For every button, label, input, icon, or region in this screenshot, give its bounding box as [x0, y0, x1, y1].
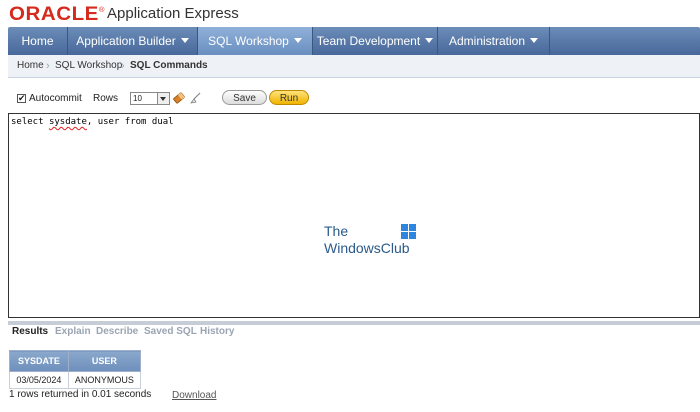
- broom-icon[interactable]: [189, 91, 203, 105]
- rows-label: Rows: [93, 93, 119, 104]
- chevron-down-icon: [157, 93, 169, 104]
- tab-application-builder[interactable]: Application Builder: [68, 27, 198, 55]
- tab-application-builder-label: Application Builder: [76, 34, 176, 48]
- save-button[interactable]: Save: [222, 90, 267, 105]
- chevron-down-icon: [530, 38, 539, 43]
- chevron-down-icon: [425, 38, 434, 43]
- tab-describe[interactable]: Describe: [96, 326, 138, 337]
- tab-sql-workshop-label: SQL Workshop: [208, 34, 289, 48]
- autocommit-checkbox[interactable]: ✔: [17, 94, 26, 103]
- tab-saved-sql[interactable]: Saved SQL: [144, 326, 197, 337]
- breadcrumb-sql-workshop[interactable]: SQL Workshop: [55, 55, 122, 77]
- tab-history[interactable]: History: [200, 326, 234, 337]
- sql-editor[interactable]: select sysdate, user from dual: [8, 113, 700, 318]
- cell-user: ANONYMOUS: [67, 371, 141, 389]
- sql-code-misspelled: sysdate: [48, 117, 87, 127]
- rows-select-value: 10: [133, 94, 142, 103]
- cell-sysdate: 03/05/2024: [9, 371, 69, 389]
- app-name: Application Express: [107, 5, 239, 22]
- oracle-logo: ORACLE®: [9, 4, 106, 25]
- tab-administration[interactable]: Administration: [438, 27, 550, 55]
- download-link[interactable]: Download: [172, 390, 216, 401]
- tab-team-development[interactable]: Team Development: [313, 27, 438, 55]
- run-button[interactable]: Run: [269, 90, 309, 105]
- sql-code: select sysdate, user from dual: [11, 117, 174, 127]
- result-tabs: Results Explain Describe Saved SQL Histo…: [8, 326, 700, 340]
- app-header: ORACLE® Application Express: [0, 0, 700, 27]
- breadcrumb-home[interactable]: Home: [17, 55, 44, 77]
- rows-returned-summary: 1 rows returned in 0.01 seconds: [9, 389, 152, 400]
- command-toolbar: ✔ Autocommit Rows 10 Save Run: [8, 88, 700, 110]
- tab-explain[interactable]: Explain: [55, 326, 91, 337]
- tab-team-development-label: Team Development: [316, 34, 421, 48]
- tab-home-label: Home: [21, 34, 54, 48]
- sql-code-part: , user from dual: [86, 117, 174, 127]
- results-splitter[interactable]: [8, 321, 700, 325]
- breadcrumb: Home › SQL Workshop › SQL Commands: [8, 55, 700, 78]
- eraser-icon[interactable]: [172, 91, 186, 105]
- breadcrumb-sql-commands: SQL Commands: [130, 60, 208, 71]
- breadcrumb-separator-icon: ›: [46, 60, 50, 72]
- watermark-line2: WindowsClub: [324, 240, 410, 256]
- watermark: The WindowsClub: [324, 223, 454, 263]
- column-header-sysdate: SYSDATE: [9, 350, 69, 372]
- tab-home[interactable]: Home: [8, 27, 68, 55]
- rows-select[interactable]: 10: [130, 92, 170, 105]
- main-nav: Home Application Builder SQL Workshop Te…: [8, 27, 700, 55]
- tab-administration-label: Administration: [448, 34, 526, 48]
- table-header-row: SYSDATE USER: [9, 350, 141, 372]
- column-header-user: USER: [67, 350, 141, 372]
- results-table: SYSDATE USER 03/05/2024 ANONYMOUS: [9, 350, 141, 389]
- table-row: 03/05/2024 ANONYMOUS: [9, 371, 141, 389]
- windows-logo-icon: [401, 224, 416, 239]
- tab-sql-workshop[interactable]: SQL Workshop: [198, 27, 313, 55]
- chevron-down-icon: [180, 38, 189, 43]
- sql-code-part: select: [11, 117, 49, 127]
- chevron-down-icon: [293, 38, 302, 43]
- breadcrumb-separator-icon: ›: [121, 60, 125, 72]
- watermark-line1: The: [324, 223, 349, 239]
- tab-results[interactable]: Results: [12, 326, 48, 337]
- autocommit-label: Autocommit: [29, 93, 82, 104]
